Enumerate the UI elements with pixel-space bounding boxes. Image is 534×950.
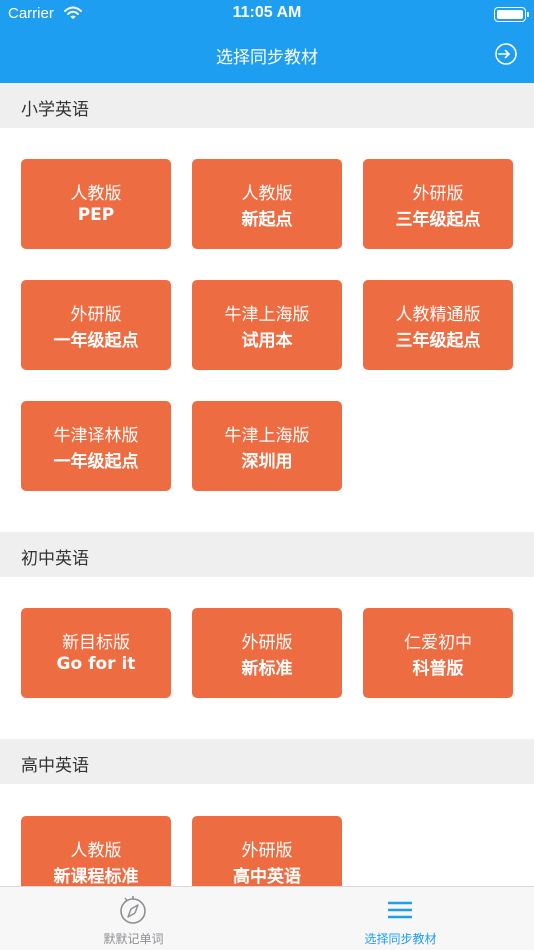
tab-memorize-words[interactable]: 默默记单词 [0,887,267,950]
textbook-edition: 一年级起点 [53,452,139,472]
textbook-edition: 三年级起点 [395,331,481,351]
textbook-publisher: 外研版 [70,305,122,325]
textbook-publisher: 外研版 [412,184,464,204]
textbook-button[interactable]: 牛津上海版 试用本 [192,280,342,370]
section-header-junior: 初中英语 [0,532,534,577]
textbook-edition: 一年级起点 [53,331,139,351]
textbook-publisher: 新目标版 [62,633,130,653]
menu-icon [388,901,412,919]
textbook-button[interactable]: 仁爱初中 科普版 [363,608,513,698]
textbook-edition: 新课程标准 [53,867,139,887]
textbook-button[interactable]: 牛津上海版 深圳用 [192,401,342,491]
section-title: 高中英语 [21,756,89,776]
textbook-publisher: 人教版 [70,184,122,204]
textbook-publisher: 人教版 [70,841,122,861]
textbook-button[interactable]: 人教版 PEP [21,159,171,249]
status-time: 11:05 AM [232,4,302,21]
navigation-bar: Carrier 11:05 AM 选择同步教材 [0,0,534,83]
textbook-publisher: 牛津上海版 [224,305,310,325]
section-title: 初中英语 [21,549,89,569]
textbook-edition: 新起点 [241,210,293,230]
textbook-edition: 高中英语 [233,867,301,887]
textbook-edition: Go for it [56,654,136,674]
textbook-button[interactable]: 外研版 三年级起点 [363,159,513,249]
tab-label: 选择同步教材 [364,932,437,946]
textbook-publisher: 牛津译林版 [53,426,139,446]
textbook-button[interactable]: 牛津译林版 一年级起点 [21,401,171,491]
textbook-edition: 深圳用 [241,452,293,472]
tab-label: 默默记单词 [103,932,164,946]
battery-icon [494,7,529,22]
textbook-button[interactable]: 外研版 新标准 [192,608,342,698]
section-title: 小学英语 [21,100,89,120]
textbook-publisher: 仁爱初中 [404,633,472,653]
textbook-publisher: 人教精通版 [395,305,481,325]
textbook-edition: 三年级起点 [395,210,481,230]
textbook-edition: 科普版 [412,659,464,679]
textbook-button[interactable]: 新目标版 Go for it [21,608,171,698]
textbook-button[interactable]: 人教精通版 三年级起点 [363,280,513,370]
textbook-button[interactable]: 外研版 一年级起点 [21,280,171,370]
section-header-primary: 小学英语 [0,83,534,128]
tab-select-textbook[interactable]: 选择同步教材 [267,887,534,950]
status-bar: Carrier 11:05 AM [0,0,534,28]
textbook-edition: 新标准 [241,659,293,679]
tab-bar: 默默记单词 选择同步教材 [0,886,534,950]
textbook-publisher: 牛津上海版 [224,426,310,446]
exit-icon[interactable] [494,42,518,66]
textbook-button[interactable]: 人教版 新起点 [192,159,342,249]
textbook-publisher: 外研版 [241,633,293,653]
textbook-edition: 试用本 [241,331,293,351]
compass-icon [120,896,146,924]
textbook-publisher: 人教版 [241,184,293,204]
section-header-senior: 高中英语 [0,739,534,784]
page-title: 选择同步教材 [216,48,318,68]
textbook-publisher: 外研版 [241,841,293,861]
textbook-edition: PEP [77,205,115,225]
